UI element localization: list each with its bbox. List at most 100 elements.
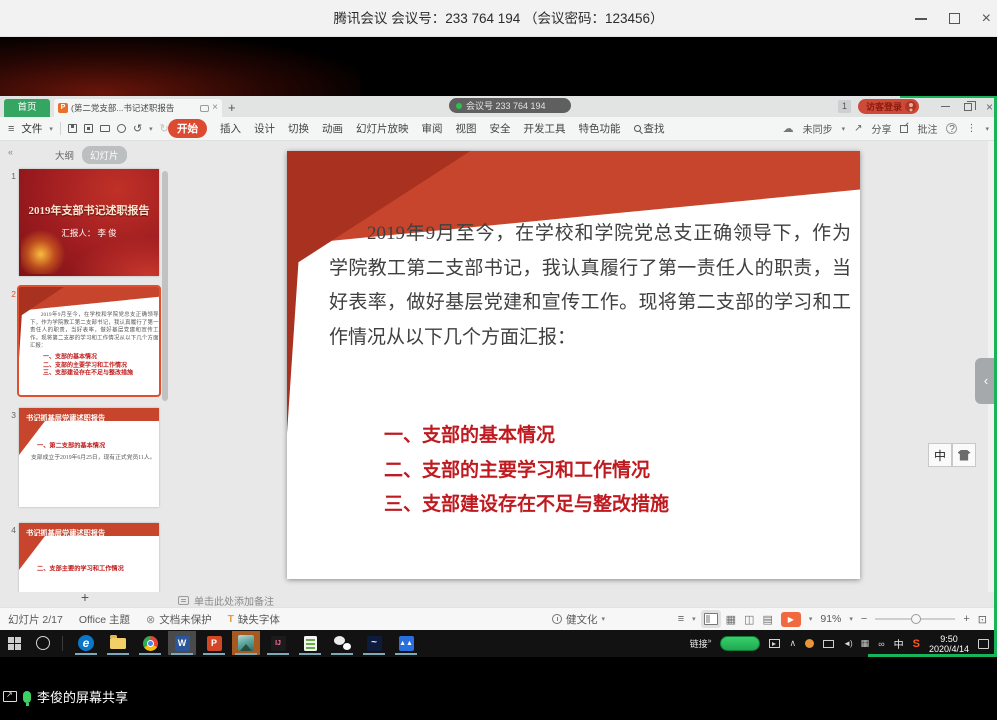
print-preview-icon[interactable]: [117, 124, 126, 133]
undo-dropdown-icon[interactable]: ▾: [149, 125, 153, 133]
status-theme[interactable]: Office 主题: [79, 612, 130, 627]
notes-placeholder[interactable]: 单击此处添加备注: [178, 593, 274, 608]
zoom-slider[interactable]: [875, 618, 955, 620]
sync-dropdown-icon[interactable]: ▾: [842, 125, 846, 133]
fit-window-icon[interactable]: ⊡: [978, 613, 987, 626]
zoom-out-icon[interactable]: −: [861, 613, 867, 625]
notes-view-icon[interactable]: ▤: [762, 613, 772, 626]
more-options-icon[interactable]: ⋮: [966, 123, 976, 134]
tab-document[interactable]: P (第二党支部...书记述职报告 ×: [54, 99, 222, 117]
screen-share-indicator[interactable]: 李俊的屏幕共享: [3, 687, 128, 706]
close-icon[interactable]: ×: [982, 11, 991, 27]
ribbon-tab-security[interactable]: 安全: [490, 121, 511, 136]
ribbon-tab-insert[interactable]: 插入: [220, 121, 241, 136]
export-icon[interactable]: [84, 124, 93, 133]
ime-indicator[interactable]: 中: [894, 636, 904, 651]
taskbar-chrome[interactable]: [136, 631, 164, 655]
slide-sorter-icon[interactable]: ▦: [726, 613, 736, 626]
chevron-down-icon[interactable]: ▾: [49, 125, 53, 133]
message-bubble-icon[interactable]: [200, 105, 209, 112]
taskbar-word[interactable]: W: [168, 631, 196, 655]
display-icon[interactable]: [823, 640, 834, 648]
tab-slides[interactable]: 幻灯片: [82, 146, 127, 164]
ime-skin-button[interactable]: [952, 443, 976, 467]
thumbnail-scrollbar[interactable]: [162, 171, 168, 401]
ribbon-tab-design[interactable]: 设计: [254, 121, 275, 136]
taskbar-edge[interactable]: e: [72, 631, 100, 655]
chevron-down-icon[interactable]: ▾: [692, 615, 696, 623]
help-icon[interactable]: ?: [946, 123, 957, 134]
taskbar-idea[interactable]: IJ: [264, 631, 292, 655]
wps-close-icon[interactable]: ×: [986, 101, 993, 113]
comment-button[interactable]: 批注: [917, 121, 937, 136]
guest-login-button[interactable]: 访客登录: [858, 99, 919, 114]
sync-status-label[interactable]: 未同步: [803, 121, 833, 136]
share-button[interactable]: 分享: [871, 121, 891, 136]
ribbon-tab-slideshow[interactable]: 幻灯片放映: [356, 121, 409, 136]
slideshow-play-button[interactable]: ▶: [781, 612, 801, 627]
taskbar-photos-active[interactable]: [232, 631, 260, 655]
add-slide-button[interactable]: +: [60, 589, 110, 605]
zoom-dropdown-icon[interactable]: ▾: [849, 615, 853, 623]
speaker-icon[interactable]: ◄): [843, 639, 852, 648]
zoom-in-icon[interactable]: +: [963, 613, 969, 625]
undo-icon[interactable]: ↺: [133, 122, 142, 135]
minimize-icon[interactable]: [915, 18, 927, 20]
taskbar-powerpoint[interactable]: P: [200, 631, 228, 655]
keyboard-icon[interactable]: ▦: [861, 638, 870, 649]
sogou-icon[interactable]: S: [913, 638, 920, 650]
slide-paragraph[interactable]: 2019年9月至今，在学校和学院党总支正确领导下，作为学院教工第二支部书记，我认…: [329, 217, 851, 355]
taskbar-docs-app[interactable]: [296, 631, 324, 655]
new-tab-button[interactable]: +: [228, 99, 236, 117]
status-protection[interactable]: ⊗ 文档未保护: [146, 612, 212, 627]
text-size-icon[interactable]: ≡: [678, 613, 684, 625]
cloud-sync-icon[interactable]: ☁: [783, 122, 794, 135]
clock[interactable]: 9:50 2020/4/14: [929, 634, 969, 654]
tab-close-icon[interactable]: ×: [212, 103, 218, 113]
meeting-id-pill[interactable]: 会议号 233 764 194: [449, 98, 571, 113]
ribbon-tab-start[interactable]: 开始: [168, 119, 207, 138]
ime-language-button[interactable]: 中: [928, 443, 952, 467]
ribbon-tab-animation[interactable]: 动画: [322, 121, 343, 136]
taskbar-mountain-app[interactable]: ▲▲: [392, 631, 420, 655]
tab-outline[interactable]: 大纲: [55, 148, 74, 162]
taskbar-wechat[interactable]: [328, 631, 356, 655]
slide-thumbnail-1[interactable]: 2019年支部书记述职报告 汇报人： 李 俊: [19, 169, 159, 276]
tab-home[interactable]: 首页: [4, 99, 50, 117]
file-menu[interactable]: 文件: [21, 121, 42, 136]
wps-restore-icon[interactable]: [964, 103, 972, 111]
slide-thumbnail-3[interactable]: 书记抓基层党建述职报告 一、第二支部的基本情况 支部成立于2019年6月25日，…: [19, 408, 159, 507]
collapse-ribbon-icon[interactable]: ▾: [985, 125, 989, 133]
zoom-slider-knob[interactable]: [911, 614, 921, 624]
taskbar-dolphin-app[interactable]: ~: [360, 631, 388, 655]
status-tool[interactable]: 健文化 ▾: [552, 608, 605, 630]
hamburger-icon[interactable]: ≡: [8, 123, 14, 135]
maximize-icon[interactable]: [949, 13, 960, 24]
meeting-share-pill-icon[interactable]: [720, 636, 760, 651]
print-icon[interactable]: [100, 125, 110, 132]
play-dropdown-icon[interactable]: ▾: [809, 615, 813, 623]
ribbon-tab-devtools[interactable]: 开发工具: [524, 121, 566, 136]
link-tray-label[interactable]: 链接»: [690, 637, 712, 650]
zoom-percent[interactable]: 91%: [820, 613, 841, 625]
find-button[interactable]: 查找: [634, 121, 665, 136]
slide-agenda[interactable]: 一、支部的基本情况 二、支部的主要学习和工作情况 三、支部建设存在不足与整改措施: [384, 419, 669, 523]
normal-view-icon[interactable]: [704, 613, 718, 625]
ribbon-tab-view[interactable]: 视图: [456, 121, 477, 136]
save-icon[interactable]: [68, 124, 77, 133]
wps-minimize-icon[interactable]: [941, 106, 950, 108]
action-center-icon[interactable]: [978, 639, 989, 649]
ribbon-tab-review[interactable]: 审阅: [422, 121, 443, 136]
slide-thumbnail-2-selected[interactable]: 2019年9月至今，在学校和学院党总支正确领导下，作为学院教工第二支部书记，我认…: [19, 287, 159, 395]
slide-thumbnail-4[interactable]: 书记抓基层党建述职报告 二、支部主要的学习和工作情况: [19, 523, 159, 592]
collapse-panel-icon[interactable]: «: [8, 147, 13, 157]
taskbar-explorer[interactable]: [104, 631, 132, 655]
cast-icon[interactable]: [769, 639, 780, 648]
start-button[interactable]: [8, 637, 21, 650]
status-missing-fonts[interactable]: T 缺失字体: [228, 612, 280, 627]
reading-view-icon[interactable]: ◫: [744, 613, 754, 626]
tray-expand-icon[interactable]: ∧: [789, 638, 796, 649]
tray-app-icon[interactable]: [805, 639, 814, 648]
slide-canvas[interactable]: 2019年9月至今，在学校和学院党总支正确领导下，作为学院教工第二支部书记，我认…: [287, 151, 860, 579]
connection-icon[interactable]: ∞: [878, 639, 884, 649]
